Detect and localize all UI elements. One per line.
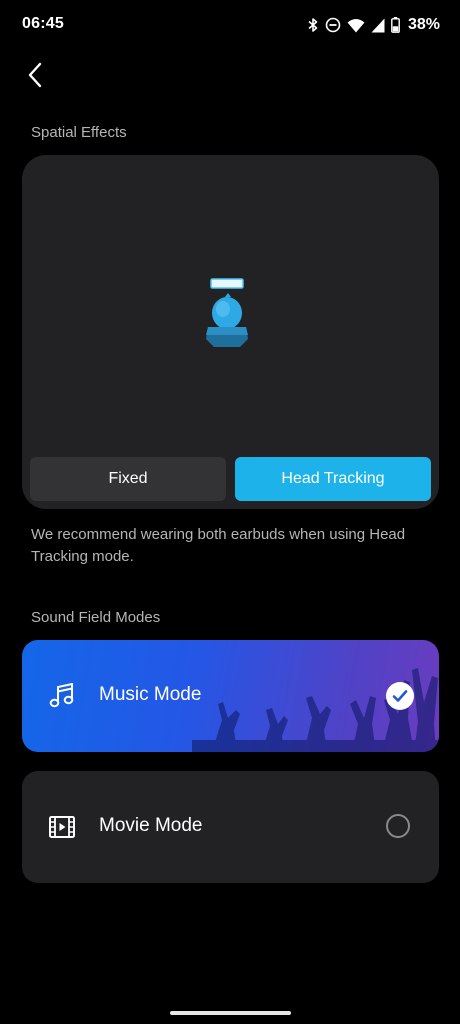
sound-field-modes-heading: Sound Field Modes bbox=[31, 609, 161, 626]
film-icon bbox=[49, 816, 75, 838]
cell-signal-icon bbox=[371, 18, 385, 32]
status-bar: 06:45 38% bbox=[0, 0, 460, 50]
status-time: 06:45 bbox=[22, 15, 64, 32]
back-button[interactable] bbox=[18, 58, 52, 92]
home-indicator[interactable] bbox=[170, 1011, 291, 1015]
bluetooth-icon bbox=[308, 18, 318, 32]
music-mode-selected-check[interactable] bbox=[386, 682, 414, 710]
music-mode-card[interactable]: Music Mode bbox=[22, 640, 439, 752]
do-not-disturb-icon bbox=[325, 17, 341, 33]
fixed-mode-button[interactable]: Fixed bbox=[30, 457, 226, 501]
head-tracking-mode-button[interactable]: Head Tracking bbox=[235, 457, 431, 501]
head-tracking-hint: We recommend wearing both earbuds when u… bbox=[31, 526, 406, 565]
music-note-icon bbox=[49, 683, 74, 708]
head-tracking-illustration bbox=[206, 278, 248, 347]
concert-crowd-background bbox=[192, 668, 439, 752]
movie-mode-card[interactable]: Movie Mode bbox=[22, 771, 439, 883]
battery-percentage: 38% bbox=[407, 16, 440, 33]
movie-mode-label: Movie Mode bbox=[99, 815, 203, 836]
battery-icon bbox=[391, 17, 400, 33]
status-icons: 38% bbox=[307, 15, 440, 35]
music-mode-label: Music Mode bbox=[99, 684, 202, 705]
spatial-effects-card: Fixed Head Tracking bbox=[22, 155, 439, 509]
chevron-left-icon bbox=[28, 62, 42, 88]
spatial-effects-heading: Spatial Effects bbox=[31, 124, 127, 141]
checkmark-icon bbox=[392, 690, 408, 702]
wifi-icon bbox=[347, 18, 365, 32]
movie-mode-radio[interactable] bbox=[386, 814, 410, 838]
